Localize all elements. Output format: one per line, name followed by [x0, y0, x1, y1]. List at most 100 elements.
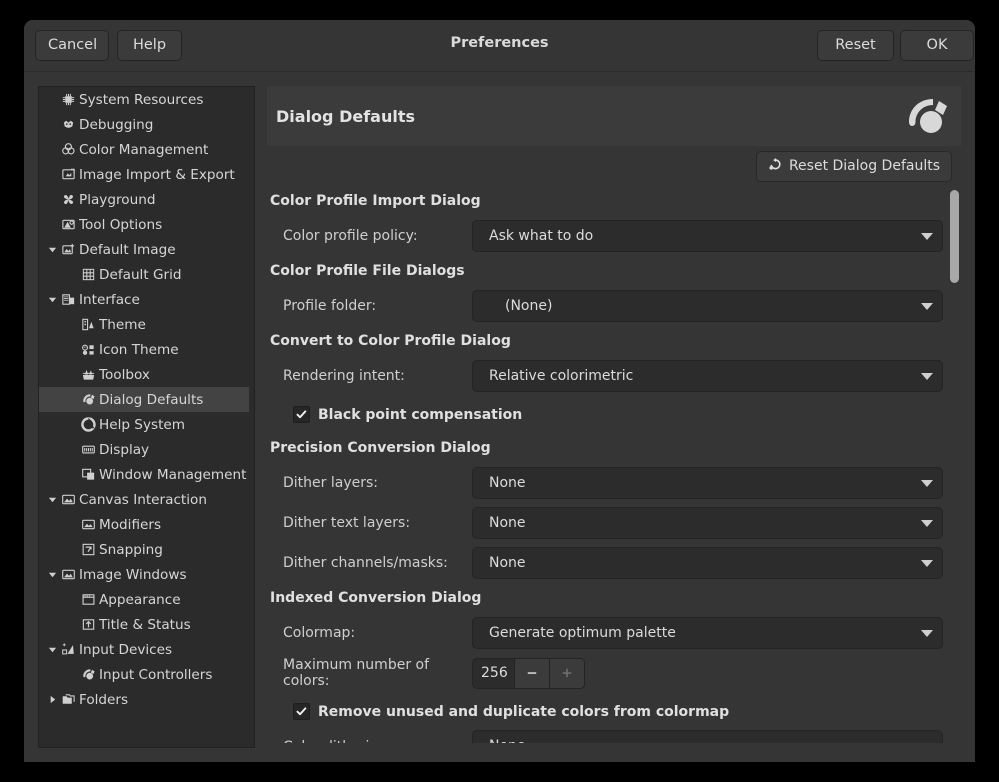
sidebar-item-toolbox[interactable]: Toolbox: [39, 362, 254, 387]
dropdown-value: None: [489, 555, 915, 571]
dialog-defaults-icon: [79, 392, 97, 408]
dropdown-dither-channels-masks[interactable]: None: [472, 547, 943, 579]
image-windows-icon: [59, 567, 77, 583]
sidebar-item-label: System Resources: [79, 92, 254, 108]
chevron-down-icon[interactable]: [45, 495, 59, 504]
dropdown-value: None: [489, 515, 915, 531]
checkbox-row[interactable]: Remove unused and duplicate colors from …: [267, 693, 943, 730]
settings-scrollbar[interactable]: [948, 186, 961, 743]
reset-button[interactable]: Reset: [817, 30, 894, 61]
sidebar-item-snapping[interactable]: Snapping: [39, 537, 254, 562]
window-titlebar: Cancel Help Preferences Reset OK: [24, 20, 975, 72]
dropdown-dither-layers[interactable]: None: [472, 467, 943, 499]
reset-dialog-defaults-button[interactable]: Reset Dialog Defaults: [756, 151, 952, 182]
chevron-down-icon: [921, 560, 933, 567]
chevron-down-icon[interactable]: [45, 570, 59, 579]
panel-header: Dialog Defaults: [267, 86, 961, 146]
sidebar-item-folders[interactable]: Folders: [39, 687, 254, 712]
default-image-icon: [59, 242, 77, 258]
chevron-down-icon[interactable]: [45, 645, 59, 654]
toolbox-icon: [79, 367, 97, 383]
reset-arrow-icon: [768, 157, 783, 176]
sidebar-item-debugging[interactable]: Debugging: [39, 112, 254, 137]
sidebar-item-help-system[interactable]: Help System: [39, 412, 254, 437]
setting-label: Colormap:: [267, 625, 472, 641]
sidebar-item-color-management[interactable]: Color Management: [39, 137, 254, 162]
section-heading: Convert to Color Profile Dialog: [267, 326, 943, 356]
grid-icon: [79, 267, 97, 283]
checkbox-remove-unused-and-duplicate-colors-from-colormap[interactable]: [293, 703, 310, 720]
snapping-icon: [79, 542, 97, 558]
modifiers-icon: [79, 517, 97, 533]
sidebar-item-playground[interactable]: Playground: [39, 187, 254, 212]
sidebar-item-system-resources[interactable]: System Resources: [39, 87, 254, 112]
settings-row: Rendering intent:Relative colorimetric: [267, 356, 943, 396]
section-heading: Color Profile Import Dialog: [267, 186, 943, 216]
dropdown-colormap[interactable]: Generate optimum palette: [472, 617, 943, 649]
sidebar-item-interface[interactable]: Interface: [39, 287, 254, 312]
minus-icon[interactable]: [514, 659, 549, 688]
sidebar-item-canvas-interaction[interactable]: Canvas Interaction: [39, 487, 254, 512]
sidebar-item-input-controllers[interactable]: Input Controllers: [39, 662, 254, 687]
setting-label: Dither channels/masks:: [267, 555, 472, 571]
chevron-down-icon: [921, 303, 933, 310]
preferences-window: Cancel Help Preferences Reset OK System …: [24, 20, 975, 762]
ok-button[interactable]: OK: [900, 30, 974, 61]
display-icon: [79, 442, 97, 458]
bug-icon: [59, 117, 77, 133]
settings-row: Color profile policy:Ask what to do: [267, 216, 943, 256]
max-colors-input[interactable]: 256: [473, 659, 514, 688]
dropdown-profile-folder[interactable]: (None): [472, 290, 943, 322]
sidebar-item-icon-theme[interactable]: Icon Theme: [39, 337, 254, 362]
icon-theme-icon: [79, 342, 97, 358]
sidebar-item-tool-options[interactable]: Tool Options: [39, 212, 254, 237]
settings-scrollbar-thumb[interactable]: [950, 190, 959, 283]
dropdown-dither-text-layers[interactable]: None: [472, 507, 943, 539]
folders-icon: [59, 692, 77, 708]
sidebar-item-label: Input Controllers: [99, 667, 254, 683]
chevron-down-icon[interactable]: [45, 245, 59, 254]
sidebar-item-label: Input Devices: [79, 642, 254, 658]
chevron-down-icon: [921, 480, 933, 487]
color-wheel-icon: [59, 142, 77, 158]
sidebar-item-modifiers[interactable]: Modifiers: [39, 512, 254, 537]
max-colors-stepper[interactable]: 256: [472, 658, 585, 689]
dialog-defaults-icon: [79, 667, 97, 683]
sidebar-item-label: Appearance: [99, 592, 254, 608]
settings-list: Color Profile Import DialogColor profile…: [267, 186, 943, 743]
preferences-sidebar[interactable]: System Resources Debugging Color Managemen…: [38, 86, 255, 748]
sidebar-scrollbar[interactable]: [249, 87, 254, 748]
dropdown-color-dithering[interactable]: None: [472, 730, 943, 743]
sidebar-item-input-devices[interactable]: Input Devices: [39, 637, 254, 662]
sidebar-item-default-image[interactable]: Default Image: [39, 237, 254, 262]
sidebar-item-label: Display: [99, 442, 254, 458]
checkbox-black-point-compensation[interactable]: [293, 406, 310, 423]
checkbox-row[interactable]: Black point compensation: [267, 396, 943, 433]
cancel-button[interactable]: Cancel: [35, 30, 109, 61]
sidebar-item-label: Theme: [99, 317, 254, 333]
sidebar-item-theme[interactable]: Theme: [39, 312, 254, 337]
setting-label: Dither layers:: [267, 475, 472, 491]
settings-row: Colormap:Generate optimum palette: [267, 613, 943, 653]
chevron-right-icon[interactable]: [45, 695, 59, 704]
sidebar-item-appearance[interactable]: Appearance: [39, 587, 254, 612]
sidebar-item-label: Folders: [79, 692, 254, 708]
reset-dialog-defaults-label: Reset Dialog Defaults: [789, 158, 940, 174]
dropdown-color-profile-policy[interactable]: Ask what to do: [472, 220, 943, 252]
sidebar-item-label: Interface: [79, 292, 254, 308]
chevron-down-icon[interactable]: [45, 295, 59, 304]
sidebar-item-default-grid[interactable]: Default Grid: [39, 262, 254, 287]
sidebar-item-image-import-and-export[interactable]: Image Import & Export: [39, 162, 254, 187]
sidebar-item-label: Debugging: [79, 117, 254, 133]
sidebar-item-label: Default Image: [79, 242, 254, 258]
sidebar-item-label: Color Management: [79, 142, 254, 158]
sidebar-item-display[interactable]: Display: [39, 437, 254, 462]
sidebar-item-image-windows[interactable]: Image Windows: [39, 562, 254, 587]
sidebar-item-title-and-status[interactable]: Title & Status: [39, 612, 254, 637]
dropdown-rendering-intent[interactable]: Relative colorimetric: [472, 360, 943, 392]
help-button[interactable]: Help: [117, 30, 182, 61]
sidebar-item-window-management[interactable]: Window Management: [39, 462, 254, 487]
settings-row: Dither text layers:None: [267, 503, 943, 543]
sidebar-item-dialog-defaults[interactable]: Dialog Defaults: [39, 387, 254, 412]
sidebar-item-label: Modifiers: [99, 517, 254, 533]
